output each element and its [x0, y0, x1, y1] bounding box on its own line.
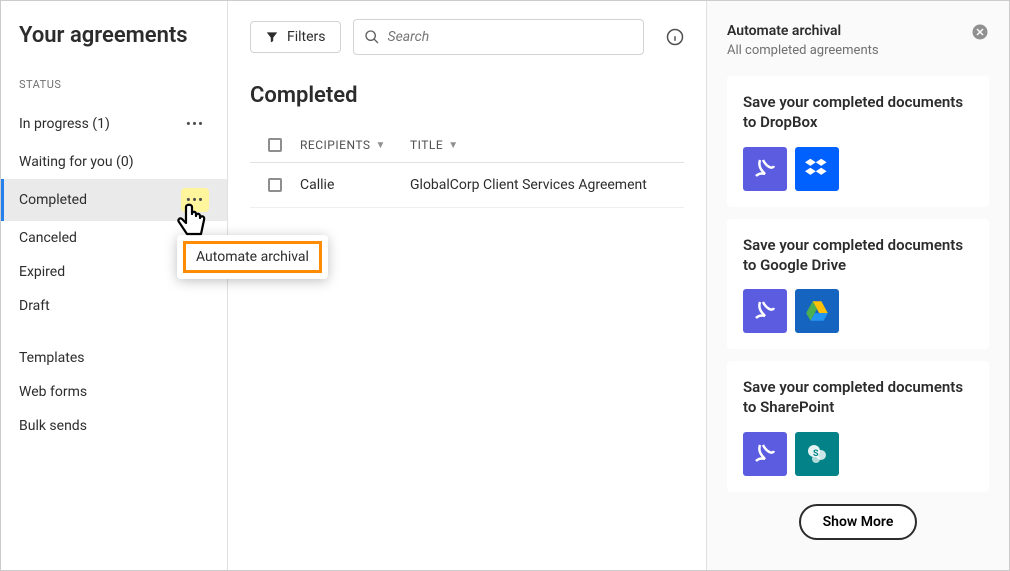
- card-title: Save your completed documents to DropBox: [743, 92, 973, 133]
- svg-text:S: S: [813, 449, 819, 459]
- column-label: RECIPIENTS: [300, 138, 371, 152]
- sidebar-item-completed[interactable]: Completed •••: [1, 179, 227, 221]
- sidebar-item-draft[interactable]: Draft: [1, 289, 227, 323]
- toolbar: Filters: [250, 19, 684, 55]
- sidebar-item-label: Templates: [19, 350, 85, 366]
- sidebar-item-label: Bulk sends: [19, 418, 87, 434]
- card-title: Save your completed documents to SharePo…: [743, 377, 973, 418]
- search-input-wrap[interactable]: [353, 19, 644, 55]
- sidebar-item-label: In progress (1): [19, 116, 110, 132]
- sidebar-item-web-forms[interactable]: Web forms: [1, 375, 227, 409]
- panel-title: Automate archival: [727, 23, 879, 39]
- column-label: TITLE: [410, 138, 443, 152]
- context-menu: Automate archival: [177, 235, 328, 279]
- page-title: Your agreements: [1, 23, 227, 78]
- sidebar-section-label: STATUS: [1, 78, 227, 103]
- more-icon[interactable]: •••: [181, 188, 209, 212]
- sidebar-item-label: Expired: [19, 264, 65, 280]
- more-icon[interactable]: •••: [181, 112, 209, 136]
- card-title: Save your completed documents to Google …: [743, 235, 973, 276]
- sidebar-item-label: Draft: [19, 298, 50, 314]
- search-icon: [364, 29, 380, 45]
- sidebar-item-in-progress[interactable]: In progress (1) •••: [1, 103, 227, 145]
- row-checkbox[interactable]: [268, 178, 282, 192]
- table-header: RECIPIENTS ▼ TITLE ▼: [250, 128, 684, 163]
- recipient-cell: Callie: [300, 177, 334, 193]
- acrobat-icon: [743, 147, 787, 191]
- table-row[interactable]: Callie GlobalCorp Client Services Agreem…: [250, 163, 684, 208]
- dropbox-icon: [795, 147, 839, 191]
- acrobat-icon: [743, 432, 787, 476]
- column-title[interactable]: TITLE ▼: [410, 138, 684, 152]
- sidebar-item-waiting[interactable]: Waiting for you (0): [1, 145, 227, 179]
- content-title: Completed: [250, 83, 684, 108]
- main-content: Filters Completed RECIPIENTS ▼ TITLE ▼ C…: [228, 1, 707, 570]
- acrobat-icon: [743, 289, 787, 333]
- search-input[interactable]: [388, 29, 633, 45]
- filters-button[interactable]: Filters: [250, 21, 341, 53]
- integration-card-sharepoint[interactable]: Save your completed documents to SharePo…: [727, 361, 989, 492]
- sidebar-item-label: Web forms: [19, 384, 87, 400]
- sort-down-icon: ▼: [376, 140, 386, 151]
- sidebar-item-templates[interactable]: Templates: [1, 341, 227, 375]
- sidebar-item-label: Completed: [19, 192, 87, 208]
- sidebar-item-label: Canceled: [19, 230, 77, 246]
- title-cell: GlobalCorp Client Services Agreement: [410, 177, 647, 193]
- filters-label: Filters: [287, 29, 326, 45]
- info-icon[interactable]: [666, 28, 684, 46]
- sort-down-icon: ▼: [448, 140, 458, 151]
- menu-item-automate-archival[interactable]: Automate archival: [183, 241, 322, 273]
- select-all-checkbox[interactable]: [268, 138, 282, 152]
- sharepoint-icon: S: [795, 432, 839, 476]
- sidebar-item-bulk-sends[interactable]: Bulk sends: [1, 409, 227, 443]
- filter-icon: [265, 30, 279, 44]
- sidebar-item-label: Waiting for you (0): [19, 154, 134, 170]
- show-more-button[interactable]: Show More: [799, 504, 918, 540]
- sidebar: Your agreements STATUS In progress (1) •…: [1, 1, 228, 570]
- gdrive-icon: [795, 289, 839, 333]
- column-recipients[interactable]: RECIPIENTS ▼: [300, 138, 410, 152]
- integration-card-dropbox[interactable]: Save your completed documents to DropBox: [727, 76, 989, 207]
- close-icon[interactable]: [971, 23, 989, 41]
- side-panel: Automate archival All completed agreemen…: [707, 1, 1009, 570]
- integration-card-gdrive[interactable]: Save your completed documents to Google …: [727, 219, 989, 350]
- panel-subtitle: All completed agreements: [727, 43, 879, 58]
